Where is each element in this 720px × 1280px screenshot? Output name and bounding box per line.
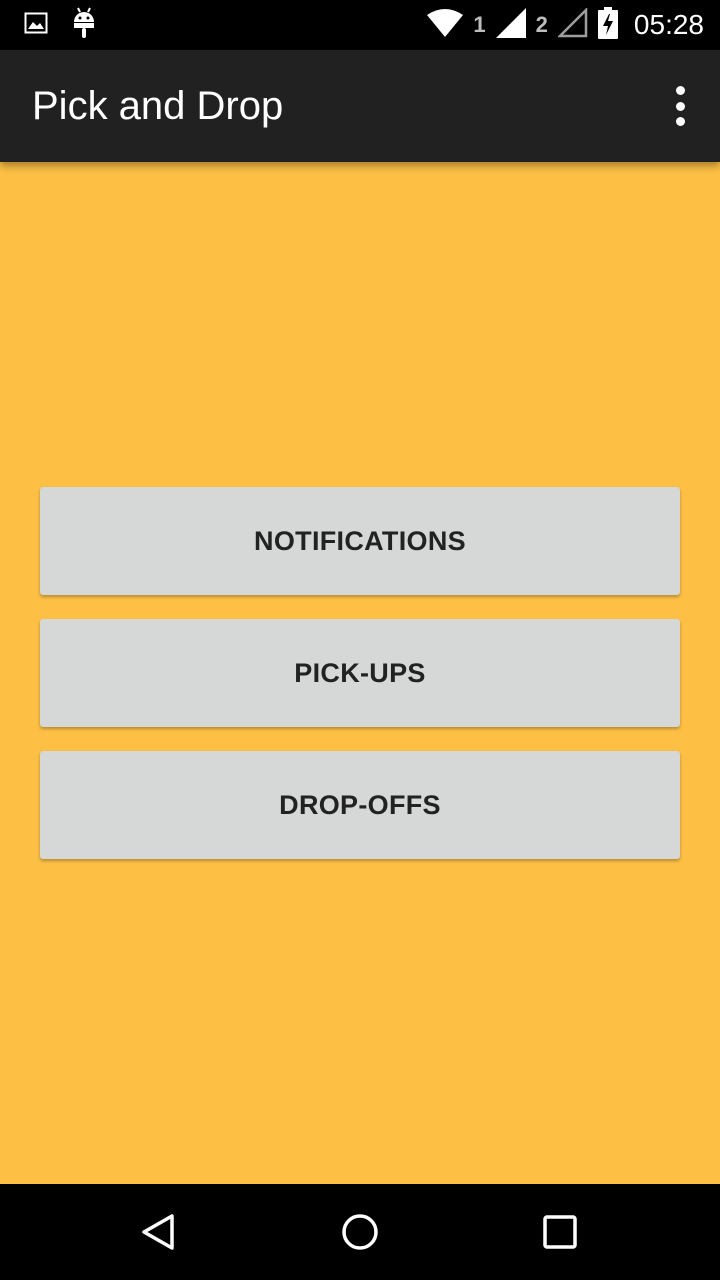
- signal-empty-icon: [556, 6, 588, 43]
- app-bar: Pick and Drop: [0, 50, 720, 162]
- android-icon: [72, 7, 96, 44]
- recents-button[interactable]: [530, 1204, 590, 1260]
- back-button[interactable]: [130, 1204, 190, 1260]
- screen: 1 2 05:28 Pick and Drop NOTIFICATIONS PI…: [0, 0, 720, 1280]
- notifications-button[interactable]: NOTIFICATIONS: [40, 487, 680, 595]
- home-icon: [342, 1214, 378, 1250]
- sim1-label: 1: [473, 12, 486, 37]
- status-notifications: [24, 0, 96, 50]
- sim2-label: 2: [535, 12, 548, 37]
- app-title: Pick and Drop: [32, 84, 284, 128]
- home-button[interactable]: [330, 1204, 390, 1260]
- image-icon: [24, 12, 48, 39]
- menu-dot: [675, 86, 685, 95]
- menu-dot: [675, 117, 685, 126]
- wifi-icon: [427, 8, 464, 42]
- status-bar: 1 2 05:28: [0, 0, 720, 50]
- back-icon: [142, 1214, 174, 1250]
- menu-dot: [675, 101, 685, 111]
- pickups-button[interactable]: PICK-UPS: [40, 619, 680, 727]
- battery-charging-icon: [597, 6, 618, 44]
- recents-icon: [543, 1215, 577, 1249]
- navigation-bar: [0, 1184, 720, 1280]
- status-time: 05:28: [633, 9, 704, 40]
- dropoffs-button[interactable]: DROP-OFFS: [40, 751, 680, 859]
- status-system: 1 2 05:28: [427, 0, 704, 50]
- signal-icon: [495, 7, 526, 43]
- more-vert-icon[interactable]: [672, 86, 688, 126]
